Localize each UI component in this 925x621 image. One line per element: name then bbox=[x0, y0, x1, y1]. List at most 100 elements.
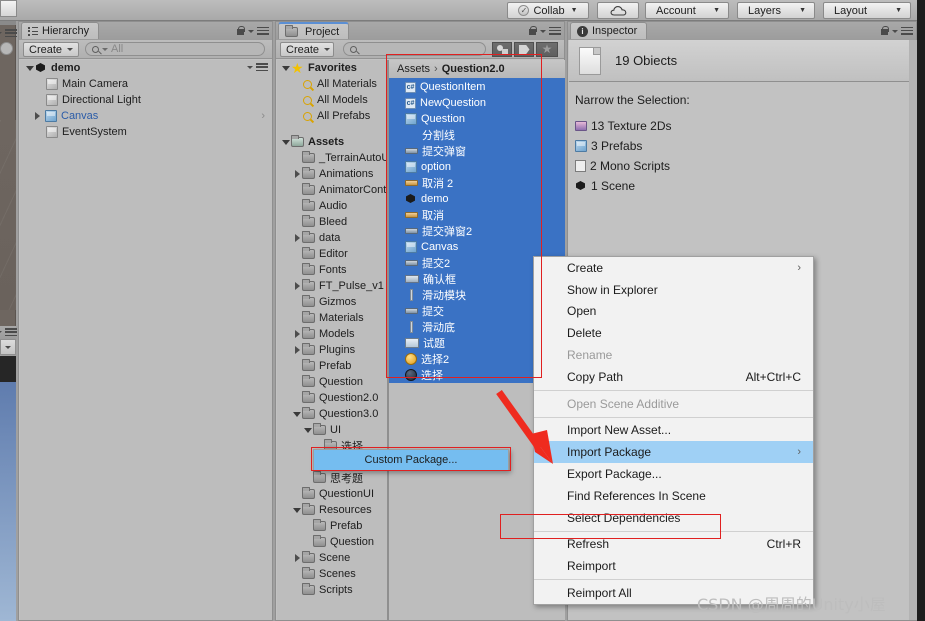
hierarchy-row-canvas[interactable]: Canvas › bbox=[20, 108, 272, 124]
hierarchy-search-input[interactable]: All bbox=[85, 42, 265, 56]
project-tree[interactable]: ★ Favorites All Materials All Models All Pre… bbox=[277, 60, 387, 620]
project-asset-row[interactable]: Question bbox=[389, 111, 565, 127]
project-asset-row[interactable]: 分割线 bbox=[389, 127, 565, 143]
add-to-favorites-button[interactable]: ★ bbox=[536, 42, 558, 57]
project-asset-row[interactable]: option bbox=[389, 159, 565, 175]
project-tab-options[interactable] bbox=[528, 26, 561, 36]
chevron-down-icon[interactable] bbox=[892, 29, 898, 33]
project-create-button[interactable]: Create bbox=[280, 42, 334, 57]
project-tree-row[interactable]: Prefab bbox=[277, 518, 387, 534]
scene-row-menu[interactable] bbox=[247, 63, 268, 72]
chevron-down-icon[interactable] bbox=[292, 507, 302, 513]
submenu-items[interactable]: Custom Package... bbox=[314, 450, 508, 470]
lock-icon[interactable] bbox=[528, 26, 537, 36]
project-breadcrumb[interactable]: Assets › Question2.0 bbox=[389, 60, 565, 78]
project-asset-row[interactable]: 提交弹窗 bbox=[389, 143, 565, 159]
project-tree-row[interactable]: QuestionUI bbox=[277, 486, 387, 502]
chevron-right-icon[interactable] bbox=[32, 112, 42, 120]
project-tree-row[interactable]: Scenes bbox=[277, 566, 387, 582]
project-asset-row[interactable]: c# NewQuestion bbox=[389, 95, 565, 111]
narrow-selection-item[interactable]: 3 Prefabs bbox=[575, 136, 909, 156]
context-menu-item[interactable]: Import Package › bbox=[534, 441, 813, 464]
inspector-tab-options[interactable] bbox=[880, 26, 913, 36]
project-tree-rows[interactable]: ★ Favorites All Materials All Models All Pre… bbox=[277, 60, 387, 598]
context-menu-item[interactable]: Open bbox=[534, 301, 813, 323]
chevron-down-icon[interactable]: ▼ bbox=[799, 7, 806, 14]
narrow-selection-item[interactable]: 1 Scene bbox=[575, 176, 909, 196]
game-panel-tabmenu[interactable] bbox=[0, 326, 17, 338]
project-tree-row[interactable]: Question2.0 bbox=[277, 390, 387, 406]
project-tree-row[interactable]: 思考题 bbox=[277, 470, 387, 486]
filter-by-label-button[interactable] bbox=[514, 42, 534, 57]
project-tree-row[interactable]: Animations bbox=[277, 166, 387, 182]
context-menu-item[interactable]: Export Package... bbox=[534, 463, 813, 485]
context-menu-item[interactable]: Find References In Scene bbox=[534, 485, 813, 507]
chevron-down-icon[interactable] bbox=[248, 29, 254, 33]
project-tree-row[interactable]: UI bbox=[277, 422, 387, 438]
narrow-selection-list[interactable]: 13 Texture 2Ds 3 Prefabs 2 Mono Scripts 1 S… bbox=[575, 116, 909, 196]
context-menu-items[interactable]: Create › Show in Explorer Open Delete Rename C… bbox=[534, 257, 813, 604]
project-tree-row[interactable]: AnimatorController bbox=[277, 182, 387, 198]
project-tree-row[interactable]: Materials bbox=[277, 310, 387, 326]
chevron-right-icon[interactable] bbox=[292, 282, 302, 290]
chevron-down-icon[interactable] bbox=[102, 47, 108, 51]
context-menu-item[interactable]: Import New Asset... bbox=[534, 420, 813, 442]
panel-menu-icon[interactable] bbox=[901, 26, 913, 36]
context-menu-item[interactable]: Create › bbox=[534, 257, 813, 279]
chevron-down-icon[interactable] bbox=[0, 32, 2, 35]
project-tree-row[interactable]: Models bbox=[277, 326, 387, 342]
chevron-down-icon[interactable] bbox=[324, 48, 331, 51]
cloud-button[interactable] bbox=[597, 2, 639, 19]
chevron-down-icon[interactable] bbox=[292, 411, 302, 417]
hierarchy-tab-options[interactable] bbox=[236, 26, 269, 36]
narrow-selection-item[interactable]: 2 Mono Scripts bbox=[575, 156, 909, 176]
project-asset-row[interactable]: 提交弹窗2 bbox=[389, 223, 565, 239]
hierarchy-row-directional-light[interactable]: Directional Light bbox=[20, 92, 272, 108]
project-tree-row[interactable]: _TerrainAutoUpgrade bbox=[277, 150, 387, 166]
narrow-selection-item[interactable]: 13 Texture 2Ds bbox=[575, 116, 909, 136]
submenu-item-custom-package[interactable]: Custom Package... bbox=[314, 450, 508, 470]
account-button[interactable]: Account ▼ bbox=[645, 2, 729, 19]
chevron-down-icon[interactable] bbox=[25, 65, 35, 71]
panel-menu-icon[interactable] bbox=[257, 26, 269, 36]
project-tree-row[interactable]: Gizmos bbox=[277, 294, 387, 310]
project-tree-row[interactable]: Resources bbox=[277, 502, 387, 518]
project-asset-row[interactable]: c# QuestionItem bbox=[389, 79, 565, 95]
hierarchy-tree[interactable]: demo Main Camera Directional Light Canva… bbox=[20, 60, 272, 620]
scene-panel-tabmenu[interactable] bbox=[0, 28, 17, 38]
project-asset-row[interactable]: 取消 bbox=[389, 207, 565, 223]
project-tree-row[interactable]: All Prefabs bbox=[277, 108, 387, 124]
breadcrumb-root[interactable]: Assets bbox=[397, 63, 430, 75]
project-tree-row[interactable]: All Models bbox=[277, 92, 387, 108]
project-asset-row[interactable]: 取消 2 bbox=[389, 175, 565, 191]
chevron-down-icon[interactable] bbox=[281, 65, 291, 71]
asset-context-menu[interactable]: Create › Show in Explorer Open Delete Rename C… bbox=[533, 256, 814, 605]
project-tree-row[interactable]: Question3.0 bbox=[277, 406, 387, 422]
chevron-down-icon[interactable] bbox=[247, 66, 253, 69]
project-tree-row[interactable]: Prefab bbox=[277, 358, 387, 374]
project-tree-row[interactable]: Audio bbox=[277, 198, 387, 214]
chevron-down-icon[interactable] bbox=[0, 331, 2, 334]
chevron-down-icon[interactable]: ▼ bbox=[571, 7, 578, 14]
tab-project[interactable]: Project bbox=[278, 22, 350, 39]
panel-menu-icon[interactable] bbox=[256, 63, 268, 72]
chevron-down-icon[interactable]: ▼ bbox=[713, 7, 720, 14]
context-menu-item[interactable]: Show in Explorer bbox=[534, 279, 813, 301]
chevron-down-icon[interactable] bbox=[281, 139, 291, 145]
game-view-toolrow[interactable] bbox=[0, 339, 16, 355]
import-package-submenu[interactable]: Custom Package... bbox=[313, 449, 509, 471]
lock-icon[interactable] bbox=[236, 26, 245, 36]
context-menu-item[interactable]: Select Dependencies bbox=[534, 507, 813, 529]
project-tree-row[interactable]: All Materials bbox=[277, 76, 387, 92]
tab-hierarchy[interactable]: Hierarchy bbox=[21, 22, 100, 39]
panel-menu-icon[interactable] bbox=[5, 29, 17, 38]
context-menu-item[interactable]: Copy Path Alt+Ctrl+C bbox=[534, 366, 813, 388]
project-tree-row[interactable]: Question bbox=[277, 534, 387, 550]
toolbar-left-stub[interactable] bbox=[0, 0, 17, 17]
context-menu-item[interactable]: Delete bbox=[534, 322, 813, 344]
project-asset-row[interactable]: demo bbox=[389, 191, 565, 207]
project-tree-row[interactable]: Scripts bbox=[277, 582, 387, 598]
project-tree-row[interactable]: ★ Favorites bbox=[277, 60, 387, 76]
hierarchy-row-main-camera[interactable]: Main Camera bbox=[20, 76, 272, 92]
layers-button[interactable]: Layers ▼ bbox=[737, 2, 815, 19]
